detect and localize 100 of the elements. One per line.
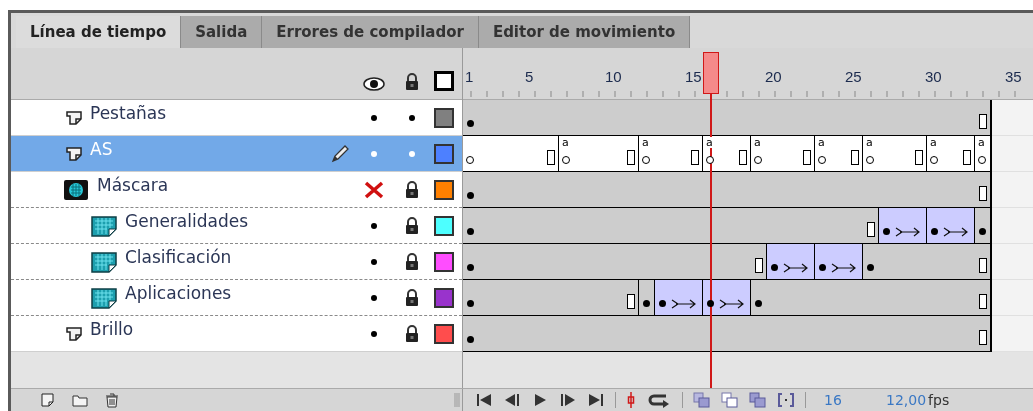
end-frame-marker (691, 150, 699, 165)
layer-row[interactable]: Aplicaciones (11, 280, 462, 316)
lock-icon[interactable] (404, 180, 420, 199)
frame-span[interactable] (559, 136, 639, 171)
layer-icon (66, 110, 82, 125)
onion-outline-icon[interactable] (721, 392, 739, 408)
outline-color-swatch[interactable] (434, 107, 454, 128)
outline-color-swatch[interactable] (434, 251, 454, 272)
layer-row[interactable]: Brillo (11, 316, 462, 352)
frame-span[interactable] (463, 136, 559, 171)
layer-row[interactable]: Clasificación (11, 244, 462, 280)
panel-tab[interactable]: Editor de movimiento (478, 16, 691, 48)
hidden-x-icon[interactable] (364, 180, 384, 199)
frame-span[interactable] (639, 136, 703, 171)
eye-icon[interactable] (363, 77, 385, 91)
layer-name: Brillo (90, 317, 134, 341)
frame-number: 35 (1005, 67, 1022, 87)
next-frame-icon[interactable] (559, 392, 577, 408)
end-frame-marker (979, 186, 987, 201)
unused-frames-area (992, 172, 1033, 208)
layer-name: Pestañas (90, 101, 167, 125)
unused-frames-area (992, 316, 1033, 352)
onion-markers-icon[interactable] (777, 392, 795, 408)
frame-span[interactable] (751, 136, 815, 171)
frame-span[interactable] (767, 244, 815, 279)
edit-frames-icon[interactable] (749, 392, 767, 408)
frame-span[interactable] (879, 208, 927, 243)
onion-skin-icon[interactable] (693, 392, 711, 408)
outline-all-icon[interactable] (434, 71, 454, 91)
mask-layer-icon (63, 178, 89, 201)
end-frame-marker (547, 150, 555, 165)
outline-color-swatch[interactable] (434, 287, 454, 308)
layer-row[interactable]: Pestañas (11, 100, 462, 136)
masked-layer-icon (91, 286, 117, 309)
frame-span[interactable] (975, 208, 991, 243)
frame-span[interactable] (703, 280, 751, 315)
frame-number: 5 (525, 67, 534, 87)
lock-all-icon[interactable] (404, 73, 420, 91)
frame-span[interactable] (863, 136, 927, 171)
tween-arrow-icon (943, 227, 969, 237)
outline-color-swatch[interactable] (434, 143, 454, 164)
end-frame-marker (915, 150, 923, 165)
end-frame-marker (979, 330, 987, 345)
layer-name: AS (90, 137, 113, 161)
lock-icon[interactable] (404, 252, 420, 271)
end-frame-marker (627, 150, 635, 165)
first-frame-icon[interactable] (475, 392, 493, 408)
end-frame-marker (979, 114, 987, 129)
lock-icon[interactable] (404, 216, 420, 235)
unused-frames-area (992, 244, 1033, 280)
center-frame-icon[interactable] (626, 392, 636, 408)
masked-layer-icon (91, 250, 117, 273)
masked-layer-icon (91, 214, 117, 237)
script-mark: a (706, 137, 713, 148)
script-mark: a (818, 137, 825, 148)
outline-color-swatch[interactable] (434, 215, 454, 236)
last-frame-icon[interactable] (587, 392, 605, 408)
tween-arrow-icon (783, 263, 809, 273)
layer-row[interactable]: Máscara (11, 172, 462, 208)
end-frame-marker (979, 294, 987, 309)
layer-name: Máscara (97, 173, 169, 197)
lock-icon[interactable] (404, 288, 420, 307)
end-frame-marker (803, 150, 811, 165)
layer-icon (66, 146, 82, 161)
frame-number: 15 (685, 67, 702, 87)
previous-frame-icon[interactable] (503, 392, 521, 408)
end-frame-marker (627, 294, 635, 309)
unused-frames-area (992, 136, 1033, 172)
script-mark: a (866, 137, 873, 148)
unused-frames-area (992, 208, 1033, 244)
end-frame-marker (739, 150, 747, 165)
frame-span[interactable] (863, 244, 991, 279)
tween-arrow-icon (831, 263, 857, 273)
frame-number: 20 (765, 67, 782, 87)
frame-span[interactable] (927, 208, 975, 243)
playhead[interactable] (702, 52, 719, 94)
end-frame-marker (979, 258, 987, 273)
frame-span[interactable] (655, 280, 703, 315)
end-frame-marker (867, 222, 875, 237)
panel-tab[interactable]: Salida (181, 16, 263, 48)
panel-tab[interactable]: Errores de compilador (262, 16, 479, 48)
frame-rate-unit: fps (928, 390, 950, 410)
lock-icon[interactable] (404, 324, 420, 343)
new-layer-icon[interactable] (39, 392, 57, 408)
tween-arrow-icon (719, 299, 745, 309)
resize-grip-icon[interactable] (452, 392, 462, 408)
frame-span[interactable] (639, 280, 655, 315)
frame-span[interactable] (815, 244, 863, 279)
frame-number: 1 (465, 67, 474, 87)
new-folder-icon[interactable] (71, 392, 89, 408)
tween-arrow-icon (671, 299, 697, 309)
unused-frames-area (992, 280, 1033, 316)
outline-color-swatch[interactable] (434, 323, 454, 344)
outline-color-swatch[interactable] (434, 179, 454, 200)
script-mark: a (978, 137, 985, 148)
script-mark: a (754, 137, 761, 148)
script-mark: a (562, 137, 569, 148)
delete-icon[interactable] (103, 392, 121, 408)
layer-row[interactable]: Generalidades (11, 208, 462, 244)
frame-number: 25 (845, 67, 862, 87)
